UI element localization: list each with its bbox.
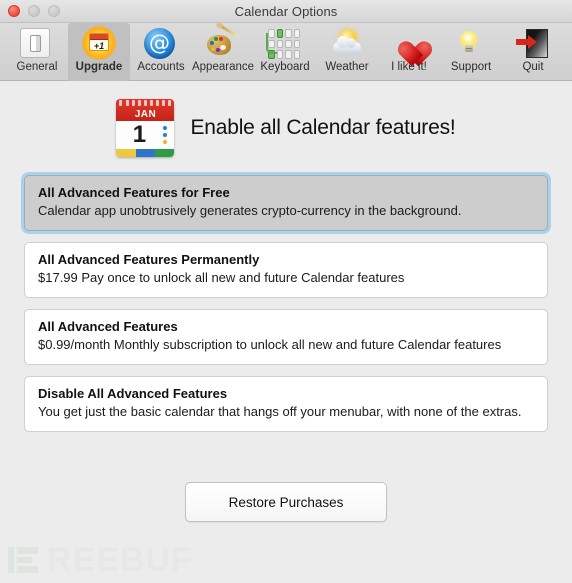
close-window-button[interactable]	[8, 5, 20, 17]
upgrade-pane: JAN 1 Enable all Calendar features! All …	[0, 81, 572, 583]
keyboard-icon	[266, 26, 302, 60]
sun-cloud-icon	[330, 26, 364, 60]
pane-footer: Restore Purchases	[24, 432, 548, 522]
traffic-lights	[8, 0, 60, 22]
option-card-disable[interactable]: Disable All Advanced Features You get ju…	[24, 376, 548, 432]
option-description: $17.99 Pay once to unlock all new and fu…	[38, 270, 405, 285]
window-title: Calendar Options	[234, 3, 338, 19]
toolbar-item-support[interactable]: Support	[440, 23, 502, 75]
minimize-window-button[interactable]	[28, 5, 40, 17]
option-title: All Advanced Features for Free	[38, 185, 230, 200]
option-card-free[interactable]: All Advanced Features for Free Calendar …	[24, 175, 548, 231]
lightbulb-icon	[454, 26, 488, 60]
toolbar-label-upgrade: Upgrade	[75, 61, 123, 73]
calendar-day-label: 1	[132, 121, 147, 148]
maximize-window-button[interactable]	[48, 5, 60, 17]
palette-icon	[206, 25, 240, 60]
calendar-options-window: Calendar Options General +1 Upgrade @ Ac…	[0, 0, 572, 583]
upgrade-icon: +1	[82, 26, 116, 60]
option-title: All Advanced Features	[38, 319, 178, 334]
toolbar-item-upgrade[interactable]: +1 Upgrade	[68, 23, 130, 81]
toolbar-item-keyboard[interactable]: Keyboard	[254, 23, 316, 75]
general-icon	[20, 26, 54, 60]
toolbar-item-accounts[interactable]: @ Accounts	[130, 23, 192, 75]
hero-header: JAN 1 Enable all Calendar features!	[24, 81, 548, 175]
upgrade-options-list: All Advanced Features for Free Calendar …	[24, 175, 548, 432]
option-title: Disable All Advanced Features	[38, 386, 228, 401]
window-titlebar: Calendar Options	[0, 0, 572, 23]
toolbar-right-group: I like it! Support Quit	[378, 23, 568, 75]
page-title: Enable all Calendar features!	[190, 116, 456, 139]
option-title: All Advanced Features Permanently	[38, 252, 260, 267]
toolbar-label-accounts: Accounts	[137, 61, 185, 73]
toolbar-item-weather[interactable]: Weather	[316, 23, 378, 75]
toolbar-label-support: Support	[450, 61, 492, 73]
at-sign-icon: @	[144, 26, 178, 60]
option-card-subscription[interactable]: All Advanced Features $0.99/month Monthl…	[24, 309, 548, 365]
restore-purchases-button[interactable]: Restore Purchases	[185, 482, 387, 522]
toolbar-label-quit: Quit	[522, 61, 544, 73]
option-description: Calendar app unobtrusively generates cry…	[38, 203, 462, 218]
option-description: You get just the basic calendar that han…	[38, 404, 522, 419]
toolbar-item-appearance[interactable]: Appearance	[192, 23, 254, 75]
toolbar-left-group: General +1 Upgrade @ Accounts Appearance…	[6, 23, 378, 81]
toolbar-label-general: General	[16, 61, 58, 73]
calendar-icon: JAN 1	[116, 99, 175, 157]
toolbar-item-general[interactable]: General	[6, 23, 68, 75]
heart-icon	[392, 26, 426, 60]
toolbar-label-weather: Weather	[325, 61, 369, 73]
toolbar-item-i-like-it[interactable]: I like it!	[378, 23, 440, 75]
toolbar-label-keyboard: Keyboard	[260, 61, 310, 73]
preferences-toolbar: General +1 Upgrade @ Accounts Appearance…	[0, 23, 572, 81]
toolbar-item-quit[interactable]: Quit	[502, 23, 564, 75]
exit-door-icon	[516, 26, 550, 60]
toolbar-label-appearance: Appearance	[191, 61, 255, 73]
option-description: $0.99/month Monthly subscription to unlo…	[38, 337, 502, 352]
calendar-month-label: JAN	[134, 109, 157, 120]
option-card-permanent[interactable]: All Advanced Features Permanently $17.99…	[24, 242, 548, 298]
